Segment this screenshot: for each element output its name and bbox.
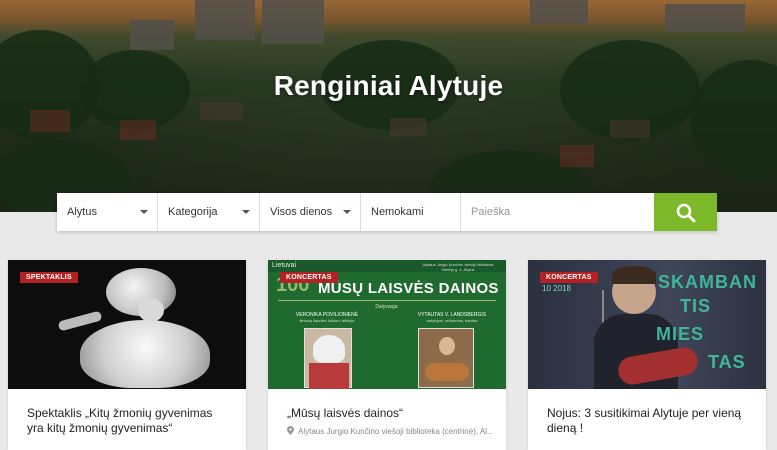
performer-photo: [304, 328, 352, 389]
event-venue: Alytaus Jurgio Kunčino viešoji bibliotek…: [287, 426, 492, 436]
event-title[interactable]: Nojus: 3 susitikimai Alytuje per vieną d…: [547, 406, 752, 436]
hero-overlay: [0, 0, 777, 212]
search-icon: [676, 203, 696, 223]
chevron-down-icon: [242, 210, 250, 214]
event-venue-text: Alytaus Jurgio Kunčino viešoji bibliotek…: [298, 427, 492, 436]
event-card[interactable]: Lietuvai Alytaus Jurgio Kunčino viešoji …: [268, 260, 506, 450]
search-button[interactable]: [654, 193, 717, 231]
poster-date: 10 2018: [542, 284, 571, 293]
poster-word: TAS: [708, 352, 746, 372]
map-pin-icon: [287, 426, 294, 435]
category-badge: KONCERTAS: [540, 272, 598, 283]
divider: [278, 300, 496, 301]
poster-text: rašytojas, režisierius, bardas: [426, 318, 478, 323]
poster-heading: MŪSŲ LAISVĖS DAINOS: [318, 280, 499, 297]
category-select-value: Kategorija: [168, 206, 218, 218]
shirt-shape: [309, 363, 349, 389]
head-shape: [439, 337, 455, 355]
poster-text: Dalyvauja:: [375, 304, 399, 310]
poster-word: SKAMBAN: [658, 272, 757, 292]
face-shape: [138, 298, 164, 322]
category-badge: SPEKTAKLIS: [20, 272, 78, 283]
date-select[interactable]: Visos dienos: [260, 193, 361, 231]
poster-text: Alytaus Jurgio Kunčino viešoji bibliotek…: [422, 262, 494, 272]
performer-photo: [418, 328, 474, 388]
hair-shape: [612, 266, 656, 284]
city-select[interactable]: Alytus: [57, 193, 158, 231]
free-filter[interactable]: Nemokami: [361, 193, 461, 231]
search-input[interactable]: [461, 193, 654, 231]
page-title: Renginiai Alytuje: [273, 70, 504, 101]
event-title[interactable]: Spektaklis „Kitų žmonių gyvenimas yra ki…: [27, 406, 232, 436]
scarf-shape: [313, 335, 345, 363]
event-card[interactable]: SPEKTAKLIS Spektaklis „Kitų žmonių gyven…: [8, 260, 246, 450]
chevron-down-icon: [140, 210, 148, 214]
search-bar: Alytus Kategorija Visos dienos Nemokami: [57, 193, 717, 231]
poster-text: lietuvių liaudies folkloro atlikėja: [299, 318, 355, 323]
event-title[interactable]: „Mūsų laisvės dainos“: [287, 406, 492, 421]
category-badge: KONCERTAS: [280, 272, 338, 283]
guitar-shape: [425, 363, 469, 381]
poster-word: TIS: [680, 296, 712, 316]
collar-shape: [80, 320, 210, 388]
free-filter-label: Nemokami: [371, 206, 424, 218]
chevron-down-icon: [343, 210, 351, 214]
category-select[interactable]: Kategorija: [158, 193, 260, 231]
poster-word: MIES: [656, 324, 705, 344]
hand-shape: [57, 310, 103, 332]
city-select-value: Alytus: [67, 206, 97, 218]
date-select-value: Visos dienos: [270, 206, 333, 218]
poster-text: Lietuvai: [272, 262, 297, 269]
hero-banner: Renginiai Alytuje: [0, 0, 777, 212]
event-card[interactable]: 10 2018 SKAMBAN TIS MIES TAS KONCERTAS N…: [528, 260, 766, 450]
